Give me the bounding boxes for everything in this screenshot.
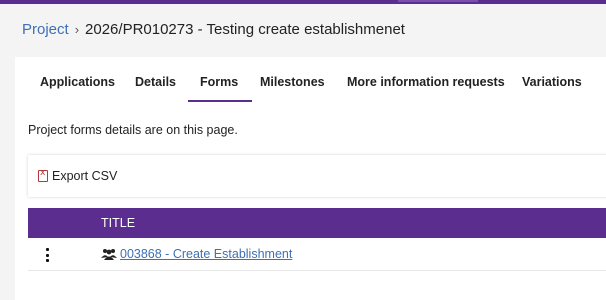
table-toolbar: Export CSV bbox=[28, 155, 606, 197]
project-forms-card: Applications Details Forms Milestones Mo… bbox=[15, 57, 606, 300]
tab-forms[interactable]: Forms bbox=[187, 75, 253, 102]
intro-text: Project forms details are on this page. bbox=[28, 123, 238, 137]
chevron-right-icon: › bbox=[74, 22, 80, 37]
csv-file-icon bbox=[38, 168, 48, 182]
table-header: TITLE bbox=[28, 208, 606, 238]
breadcrumb-project-link[interactable]: Project bbox=[22, 21, 69, 38]
tab-variations[interactable]: Variations bbox=[522, 75, 582, 89]
tab-bar: Applications Details Forms Milestones Mo… bbox=[15, 57, 606, 107]
tab-applications[interactable]: Applications bbox=[40, 75, 115, 89]
export-csv-label: Export CSV bbox=[52, 169, 118, 183]
tab-more-information-requests[interactable]: More information requests bbox=[347, 75, 505, 89]
export-csv-button[interactable]: Export CSV bbox=[38, 168, 118, 183]
top-accent-bar bbox=[0, 0, 606, 4]
form-title-link[interactable]: 003868 - Create Establishment bbox=[120, 247, 292, 261]
tab-milestones[interactable]: Milestones bbox=[260, 75, 325, 89]
breadcrumb: Project › 2026/PR010273 - Testing create… bbox=[22, 21, 405, 38]
column-header-title[interactable]: TITLE bbox=[101, 216, 135, 230]
tab-details[interactable]: Details bbox=[135, 75, 176, 89]
group-icon bbox=[101, 249, 117, 260]
table-row: 003868 - Create Establishment bbox=[28, 238, 606, 271]
row-actions-kebab-icon[interactable] bbox=[44, 248, 50, 262]
breadcrumb-current: 2026/PR010273 - Testing create establish… bbox=[85, 21, 405, 38]
